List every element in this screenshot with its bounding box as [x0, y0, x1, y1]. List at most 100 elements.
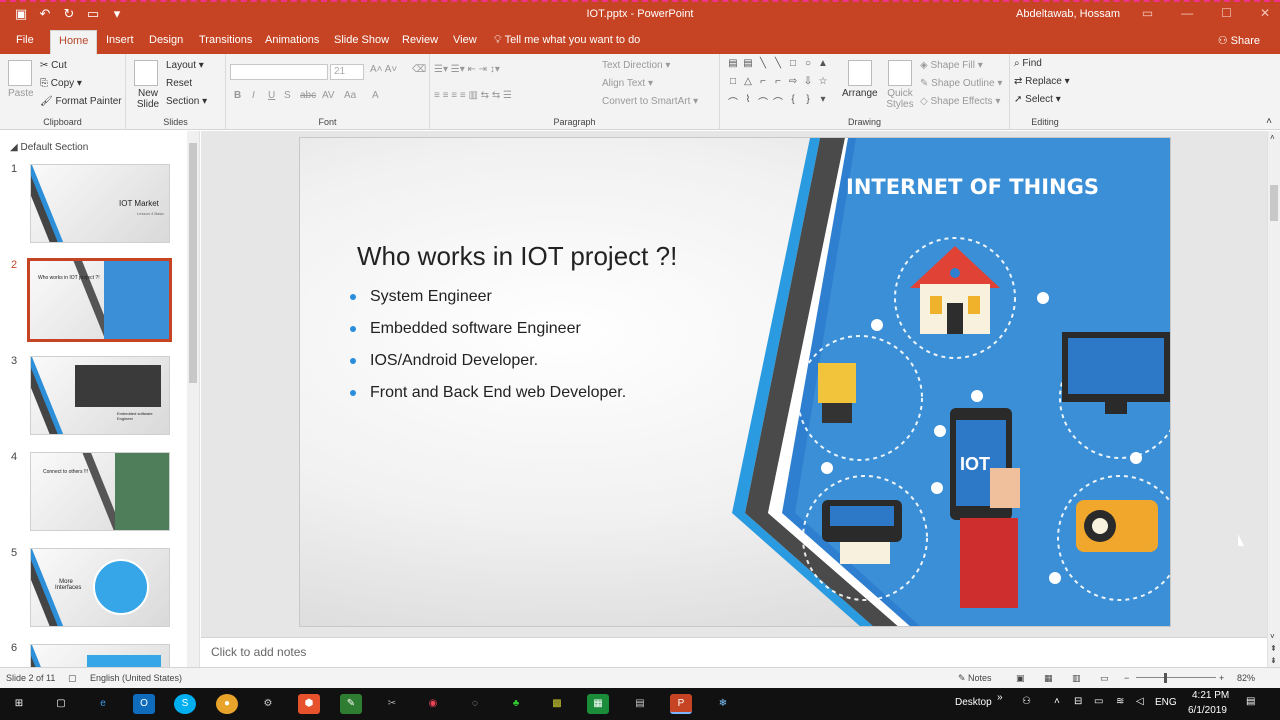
notes-button[interactable]: ✎ Notes: [958, 673, 992, 684]
change-case-button[interactable]: Aa: [344, 90, 356, 101]
tab-home[interactable]: Home: [50, 30, 98, 54]
tray-expand-icon[interactable]: ˄: [1054, 696, 1060, 707]
previous-slide-icon[interactable]: ⇞: [1270, 644, 1277, 653]
zoom-slider[interactable]: [1136, 677, 1216, 678]
grow-font-icon[interactable]: A˄ A˅: [370, 64, 397, 75]
quick-styles-icon[interactable]: [888, 60, 912, 86]
normal-view-icon[interactable]: ▣: [1016, 673, 1025, 684]
bullets-icon[interactable]: ☰▾ ☰▾ ⇤ ⇥ ↕▾: [434, 64, 500, 75]
outlook-icon[interactable]: O: [133, 694, 155, 714]
spacing-button[interactable]: AV: [322, 90, 335, 101]
shape-fill-button[interactable]: ◈ Shape Fill ▾: [920, 60, 983, 71]
shapes-gallery[interactable]: ▤ ▤ ╲ ╲ □ ○ ▲ □ △ ⌐ ⌐ ⇨ ⇩ ☆ ⌒ ⌇ ⌒ ⌒{} ▾: [726, 58, 834, 110]
reset-button[interactable]: Reset: [166, 78, 192, 89]
copy-button[interactable]: ⎘ Copy ▾: [40, 78, 82, 89]
thumbnail-slide-5[interactable]: More Interfaces: [30, 548, 170, 627]
tell-me-box[interactable]: 💡︎ Tell me what you want to do: [494, 34, 640, 47]
people-icon[interactable]: ⚇: [1022, 696, 1031, 707]
notifications-icon[interactable]: ▤: [1246, 696, 1255, 707]
chrome-icon[interactable]: ●: [216, 694, 238, 714]
thumbnail-slide-6[interactable]: [30, 644, 170, 667]
maximize-icon[interactable]: ☐: [1221, 6, 1232, 20]
close-icon[interactable]: ✕: [1260, 6, 1270, 20]
app-icon[interactable]: ⬢: [298, 694, 320, 714]
snowflake-icon[interactable]: ❄: [712, 694, 734, 714]
clear-format-icon[interactable]: ⌫: [412, 64, 426, 75]
powerpoint-icon[interactable]: P: [670, 694, 692, 714]
window-app-icon[interactable]: ▤: [629, 694, 651, 714]
tab-view[interactable]: View: [453, 34, 477, 46]
replace-button[interactable]: ⇄ Replace ▾: [1014, 76, 1070, 87]
strikethrough-button[interactable]: abc: [300, 90, 316, 101]
toolbar-expand-icon[interactable]: »: [997, 692, 1003, 703]
slideshow-icon[interactable]: ▭: [1100, 673, 1109, 684]
next-slide-icon[interactable]: ⇟: [1270, 656, 1277, 665]
volume-icon[interactable]: ◁: [1136, 696, 1144, 707]
chip-icon[interactable]: ▩: [546, 694, 568, 714]
align-icons[interactable]: ≡ ≡ ≡ ≡ ▥ ⇆ ⇆ ☰: [434, 90, 512, 101]
tab-insert[interactable]: Insert: [106, 34, 134, 46]
font-size-field[interactable]: 21: [330, 64, 364, 80]
clock-time[interactable]: 4:21 PM: [1192, 690, 1229, 701]
settings-icon[interactable]: ⚙: [257, 694, 279, 714]
new-slide-icon[interactable]: [134, 60, 158, 86]
slide-scrollbar[interactable]: ˄ ˅ ⇞ ⇟: [1267, 131, 1280, 667]
wifi-icon[interactable]: ≋: [1116, 696, 1124, 707]
collapse-ribbon-icon[interactable]: ˄: [1266, 116, 1272, 127]
battery-icon[interactable]: ▭: [1094, 696, 1103, 707]
input-language[interactable]: ENG: [1155, 697, 1177, 708]
shadow-button[interactable]: S: [284, 90, 291, 101]
tab-file[interactable]: File: [16, 34, 34, 46]
section-button[interactable]: Section ▾: [166, 96, 207, 107]
underline-button[interactable]: U: [268, 90, 275, 101]
quick-styles-button[interactable]: Quick Styles: [880, 88, 920, 110]
app-icon[interactable]: ◌: [464, 694, 486, 714]
cut-button[interactable]: ✂ Cut: [40, 60, 67, 71]
user-name[interactable]: Abdeltawab, Hossam: [1016, 8, 1120, 20]
current-slide[interactable]: Who works in IOT project ?! System Engin…: [299, 137, 1171, 627]
zoom-out-icon[interactable]: −: [1124, 673, 1129, 683]
layout-button[interactable]: Layout ▾: [166, 60, 204, 71]
font-name-field[interactable]: [230, 64, 328, 80]
spellcheck-icon[interactable]: ▢: [68, 673, 77, 684]
paste-button[interactable]: Paste: [8, 88, 34, 99]
scroll-down-icon[interactable]: ˅: [1270, 632, 1275, 641]
tab-design[interactable]: Design: [149, 34, 183, 46]
font-color-button[interactable]: A: [372, 90, 379, 101]
convert-smartart-button[interactable]: Convert to SmartArt ▾: [602, 96, 698, 107]
network-icon[interactable]: ⊟: [1074, 696, 1082, 707]
shape-effects-button[interactable]: ◇ Shape Effects ▾: [920, 96, 1000, 107]
zoom-slider-thumb[interactable]: [1164, 673, 1167, 683]
task-view-icon[interactable]: ▢: [50, 694, 72, 714]
italic-button[interactable]: I: [252, 90, 255, 101]
tab-slide-show[interactable]: Slide Show: [334, 34, 389, 46]
browser-icon[interactable]: ◉: [422, 694, 444, 714]
share-button[interactable]: ⚇ Share: [1218, 34, 1260, 47]
reading-view-icon[interactable]: ▥: [1072, 673, 1081, 684]
bold-button[interactable]: B: [234, 90, 241, 101]
arrange-button[interactable]: Arrange: [842, 88, 878, 99]
edge-icon[interactable]: e: [92, 694, 114, 714]
notepad-icon[interactable]: ✎: [340, 694, 362, 714]
tab-review[interactable]: Review: [402, 34, 438, 46]
text-direction-button[interactable]: Text Direction ▾: [602, 60, 670, 71]
thumbnails-scrollbar[interactable]: [187, 131, 199, 667]
find-button[interactable]: ⌕ Find: [1014, 58, 1042, 69]
new-slide-button[interactable]: New Slide: [130, 88, 166, 110]
arrange-icon[interactable]: [848, 60, 872, 86]
clover-icon[interactable]: ♣: [505, 694, 527, 714]
grid-app-icon[interactable]: ▦: [587, 694, 609, 714]
thumbnail-slide-4[interactable]: Connect to others !!!: [30, 452, 170, 531]
tab-animations[interactable]: Animations: [265, 34, 319, 46]
paste-icon[interactable]: [8, 60, 32, 86]
bullet-list[interactable]: System Engineer Embedded software Engine…: [350, 288, 626, 416]
zoom-in-icon[interactable]: +: [1219, 673, 1224, 683]
select-button[interactable]: ➚ Select ▾: [1014, 94, 1061, 105]
ribbon-display-icon[interactable]: ▭: [1142, 6, 1153, 20]
desktop-toolbar[interactable]: Desktop: [955, 697, 992, 708]
slide-sorter-icon[interactable]: ▦: [1044, 673, 1053, 684]
section-header[interactable]: ◢ Default Section: [10, 142, 88, 153]
windows-start-icon[interactable]: ⊞: [8, 694, 30, 714]
thumbnail-slide-3[interactable]: Embedded software Engineer: [30, 356, 170, 435]
notes-pane[interactable]: Click to add notes: [201, 637, 1267, 667]
